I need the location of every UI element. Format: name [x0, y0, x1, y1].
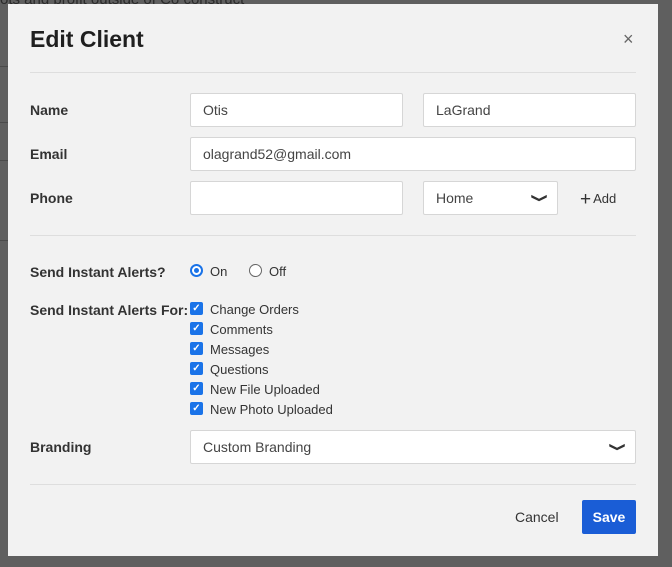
- alerts-label: Send Instant Alerts?: [30, 264, 166, 280]
- chevron-down-icon: ❯: [530, 192, 550, 204]
- alerts-on-radio[interactable]: [190, 264, 203, 277]
- alerts-for-label: Send Instant Alerts For:: [30, 302, 189, 318]
- phone-type-value: Home: [436, 190, 474, 206]
- checkbox-label: New Photo Uploaded: [210, 402, 333, 417]
- checkbox-questions[interactable]: ✓: [190, 362, 203, 375]
- checkbox-label: Messages: [210, 342, 270, 357]
- checkbox-new-file[interactable]: ✓: [190, 382, 203, 395]
- phone-label: Phone: [30, 190, 73, 206]
- checkbox-messages[interactable]: ✓: [190, 342, 203, 355]
- phone-type-select[interactable]: Home ❯: [423, 181, 558, 215]
- phone-input[interactable]: [190, 181, 403, 215]
- divider: [30, 235, 636, 236]
- checkbox-change-orders[interactable]: ✓: [190, 302, 203, 315]
- branding-value: Custom Branding: [203, 439, 312, 455]
- add-phone-button[interactable]: + Add: [580, 189, 616, 211]
- checkbox-label: Change Orders: [210, 302, 299, 317]
- email-input[interactable]: [190, 137, 636, 171]
- close-icon[interactable]: ×: [623, 29, 634, 50]
- plus-icon: +: [580, 189, 592, 210]
- email-label: Email: [30, 146, 68, 162]
- name-label: Name: [30, 102, 69, 118]
- save-button[interactable]: Save: [582, 500, 636, 534]
- chevron-down-icon: ❯: [608, 441, 628, 453]
- alerts-off-label[interactable]: Off: [269, 264, 286, 279]
- edit-client-modal: Edit Client × Name Email Phone Home ❯ +A…: [8, 4, 658, 556]
- modal-title: Edit Client: [30, 26, 144, 52]
- alerts-on-label[interactable]: On: [210, 264, 227, 279]
- first-name-input[interactable]: [190, 93, 403, 127]
- branding-label: Branding: [30, 439, 92, 455]
- last-name-input[interactable]: [423, 93, 636, 127]
- branding-select[interactable]: Custom Branding ❯: [190, 430, 636, 464]
- checkbox-new-photo[interactable]: ✓: [190, 402, 203, 415]
- checkbox-label: Questions: [210, 362, 269, 377]
- alerts-off-radio[interactable]: [249, 264, 262, 277]
- checkbox-label: New File Uploaded: [210, 382, 320, 397]
- checkbox-comments[interactable]: ✓: [190, 322, 203, 335]
- add-label: Add: [593, 191, 617, 206]
- divider: [30, 72, 636, 73]
- checkbox-label: Comments: [210, 322, 273, 337]
- cancel-button[interactable]: Cancel: [515, 509, 559, 525]
- divider: [30, 484, 636, 485]
